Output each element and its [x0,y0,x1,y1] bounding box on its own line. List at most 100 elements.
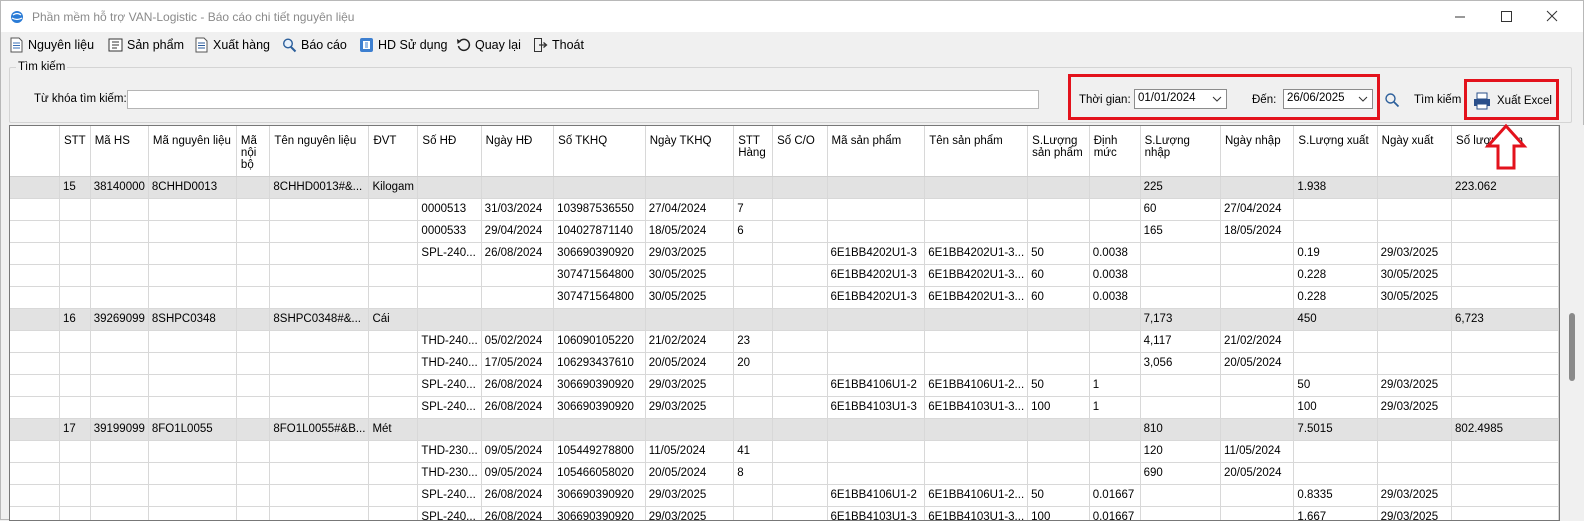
table-row[interactable]: 307471564800 30/05/2025 6E1BB4202U1-3 6E1BB… [10,286,1559,309]
table-cell[interactable] [1089,198,1141,221]
scrollbar-thumb[interactable] [1569,313,1575,381]
table-cell[interactable] [368,198,419,221]
table-cell[interactable] [827,308,926,331]
table-cell[interactable] [269,440,370,463]
table-cell[interactable] [269,242,370,265]
table-cell[interactable]: 38140000 [90,176,149,199]
table-cell[interactable] [772,286,828,309]
column-header[interactable]: Số C/O [772,126,828,177]
table-cell[interactable]: 104027871140 [553,220,646,243]
table-cell[interactable]: 8 [733,462,774,485]
table-cell[interactable]: 306690390920 [553,506,646,520]
table-cell[interactable] [1451,396,1559,419]
table-cell[interactable]: 100 [1027,396,1090,419]
table-cell[interactable]: 0.0038 [1089,242,1141,265]
table-cell[interactable]: SPL-240... [417,242,482,265]
table-cell[interactable] [772,242,828,265]
table-cell[interactable] [368,396,419,419]
table-cell[interactable] [1220,176,1295,199]
table-cell[interactable]: 306690390920 [553,374,646,397]
table-cell[interactable]: 0.19 [1293,242,1378,265]
table-cell[interactable] [924,352,1029,375]
table-cell[interactable]: 20/05/2024 [1220,352,1295,375]
table-cell[interactable]: 30/05/2025 [645,286,735,309]
table-cell[interactable] [772,462,828,485]
column-header[interactable]: Ngày xuất [1377,126,1453,177]
table-group-row[interactable]: 16 39269099 8SHPC0348 8SHPC0348#&... Cái 7,17… [10,308,1559,331]
table-cell[interactable] [1027,352,1090,375]
table-cell[interactable]: 6E1BB4103U1-3... [924,506,1029,520]
table-cell[interactable]: 20 [733,352,774,375]
column-header[interactable]: Định mức [1089,126,1141,177]
table-cell[interactable]: 09/05/2024 [481,440,555,463]
table-cell[interactable] [59,330,91,353]
table-cell[interactable] [733,286,774,309]
table-cell[interactable] [90,374,149,397]
table-cell[interactable] [1451,462,1559,485]
table-cell[interactable]: 8FO1L0055 [148,418,237,441]
table-cell[interactable]: 30/05/2025 [1377,286,1453,309]
table-cell[interactable] [827,176,926,199]
table-cell[interactable] [269,330,370,353]
table-cell[interactable]: 120 [1140,440,1221,463]
table-cell[interactable] [148,198,237,221]
table-cell[interactable] [827,352,926,375]
table-cell[interactable] [1220,418,1295,441]
table-cell[interactable] [236,242,271,265]
table-cell[interactable]: 39199099 [90,418,149,441]
table-cell[interactable]: 306690390920 [553,242,646,265]
table-cell[interactable]: 0.0038 [1089,286,1141,309]
table-cell[interactable]: 0.228 [1293,286,1378,309]
column-header[interactable]: Ngày TKHQ [645,126,735,177]
table-cell[interactable]: 0000533 [417,220,482,243]
table-cell[interactable] [417,418,482,441]
table-cell[interactable]: 09/05/2024 [481,462,555,485]
table-cell[interactable]: 4,117 [1140,330,1221,353]
table-cell[interactable]: 6E1BB4106U1-2... [924,374,1029,397]
table-row[interactable]: THD-230... 09/05/2024 105449278800 11/05/20… [10,440,1559,463]
table-cell[interactable] [1027,198,1090,221]
table-row[interactable]: THD-240... 05/02/2024 106090105220 21/02/20… [10,330,1559,353]
table-cell[interactable] [1089,418,1141,441]
table-cell[interactable] [368,264,419,287]
table-cell[interactable] [1293,198,1378,221]
table-cell[interactable]: 6E1BB4106U1-2 [827,374,926,397]
table-cell[interactable] [772,506,828,520]
table-cell[interactable] [1451,484,1559,507]
table-cell[interactable] [10,506,60,520]
table-cell[interactable] [733,176,774,199]
table-cell[interactable] [827,198,926,221]
table-cell[interactable]: 18/05/2024 [645,220,735,243]
table-cell[interactable]: 6E1BB4103U1-3 [827,506,926,520]
table-cell[interactable] [59,506,91,520]
table-cell[interactable]: 21/02/2024 [1220,330,1295,353]
table-cell[interactable]: 50 [1027,374,1090,397]
table-cell[interactable] [269,506,370,520]
table-cell[interactable] [236,220,271,243]
table-cell[interactable] [1377,462,1453,485]
column-header[interactable]: Tên nguyên liệu [269,126,370,177]
table-cell[interactable] [1451,330,1559,353]
table-cell[interactable]: 6E1BB4106U1-2... [924,484,1029,507]
table-cell[interactable] [1377,308,1453,331]
table-cell[interactable] [924,220,1029,243]
table-cell[interactable] [1089,440,1141,463]
table-cell[interactable]: 26/08/2024 [481,374,555,397]
table-cell[interactable] [924,308,1029,331]
table-cell[interactable]: 26/08/2024 [481,484,555,507]
table-cell[interactable] [236,506,271,520]
table-cell[interactable] [236,374,271,397]
table-cell[interactable] [1293,462,1378,485]
table-cell[interactable] [481,286,555,309]
table-cell[interactable]: THD-240... [417,352,482,375]
table-cell[interactable]: 27/04/2024 [645,198,735,221]
table-cell[interactable] [10,330,60,353]
table-cell[interactable]: 105449278800 [553,440,646,463]
table-cell[interactable] [59,264,91,287]
table-cell[interactable] [1089,462,1141,485]
table-cell[interactable] [236,308,271,331]
table-cell[interactable] [368,484,419,507]
table-cell[interactable]: 6E1BB4202U1-3... [924,264,1029,287]
table-cell[interactable] [772,198,828,221]
table-cell[interactable]: 0.8335 [1293,484,1378,507]
